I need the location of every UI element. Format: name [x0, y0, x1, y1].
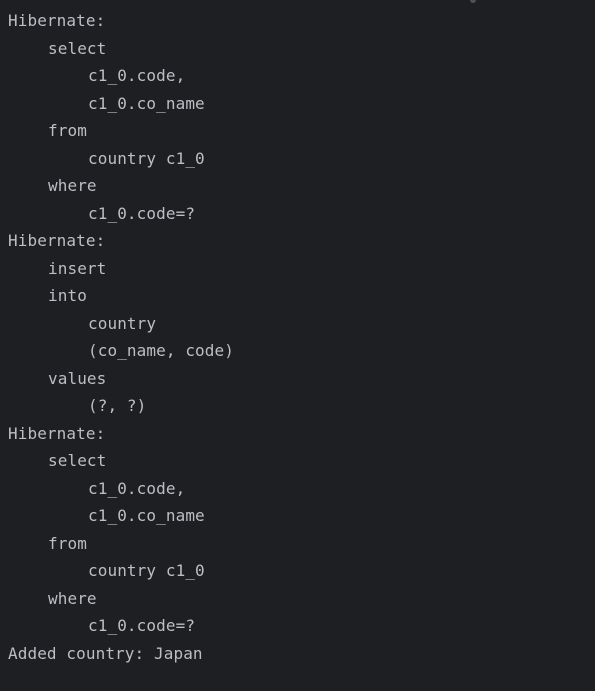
console-line: Hibernate: — [8, 11, 106, 30]
console-line: c1_0.code, — [88, 66, 186, 85]
scroll-marker — [470, 0, 476, 3]
console-output[interactable]: Hibernate: select c1_0.code, c1_0.co_nam… — [0, 0, 595, 691]
console-line: c1_0.co_name — [88, 93, 205, 113]
console-line: where — [48, 176, 97, 195]
console-line: where — [48, 588, 97, 608]
console-line: Hibernate: — [8, 423, 106, 443]
console-line: Hibernate: — [8, 231, 106, 250]
console-line: (?, ?) — [88, 396, 147, 415]
console-line: c1_0.code=? — [88, 616, 196, 635]
console-line: select — [48, 38, 107, 58]
console-line: select — [48, 451, 107, 470]
console-line: insert — [48, 258, 107, 278]
console-line: country c1_0 — [88, 561, 205, 580]
console-line: c1_0.code, — [88, 478, 186, 498]
console-line: country c1_0 — [88, 148, 205, 168]
console-line: c1_0.co_name — [88, 506, 205, 525]
console-line: from — [48, 121, 87, 140]
console-line: from — [48, 533, 87, 553]
console-line: Added country: Japan — [8, 643, 203, 663]
console-line: c1_0.code=? — [88, 203, 196, 223]
console-line: country — [88, 313, 157, 333]
console-line: into — [48, 286, 87, 305]
console-line: values — [48, 368, 107, 388]
console-line: (co_name, code) — [88, 341, 234, 360]
